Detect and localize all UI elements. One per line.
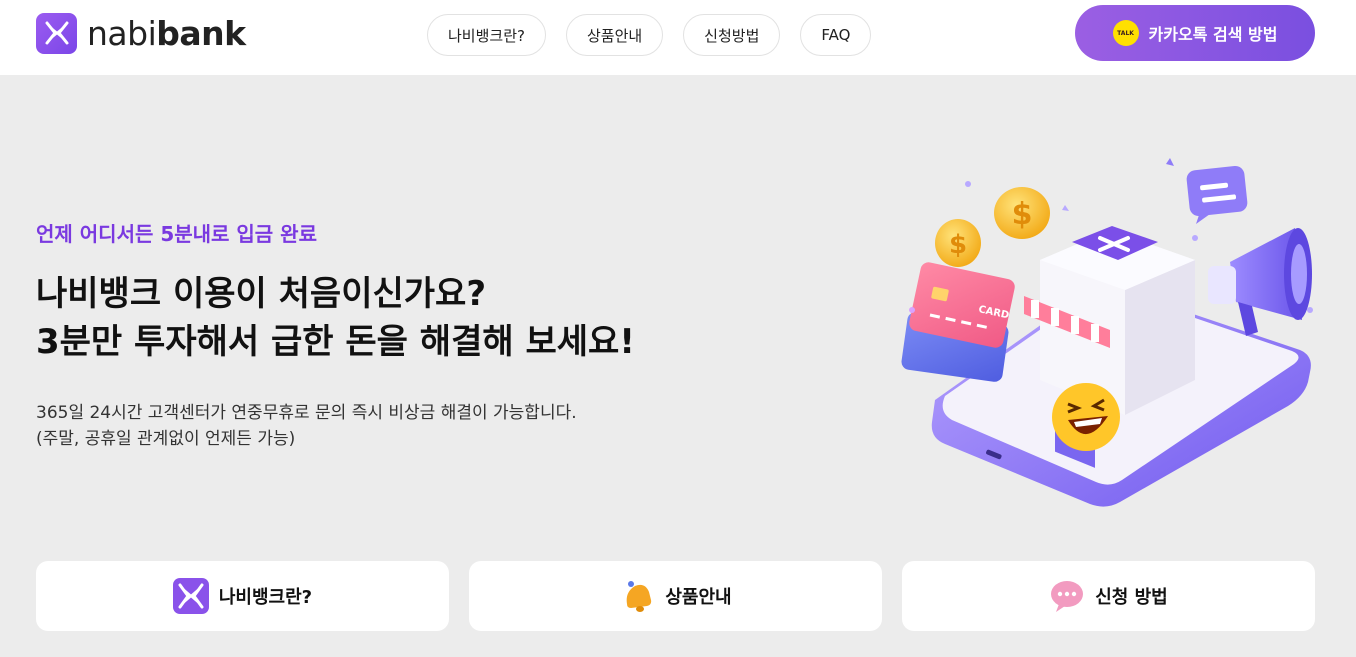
card-about[interactable]: 나비뱅크란? bbox=[36, 561, 449, 631]
coin-icon: $ $ bbox=[935, 187, 1050, 267]
bell-icon bbox=[619, 578, 655, 614]
svg-text:$: $ bbox=[949, 230, 967, 260]
credit-card-icon: CARD bbox=[901, 262, 1015, 382]
megaphone-icon bbox=[1208, 228, 1312, 336]
svg-text:$: $ bbox=[1012, 197, 1033, 232]
hero-title-line-1: 나비뱅크 이용이 처음이신가요? bbox=[36, 274, 487, 314]
nav-item-apply[interactable]: 신청방법 bbox=[683, 14, 781, 56]
nav-item-about[interactable]: 나비뱅크란? bbox=[427, 14, 546, 56]
hero-illustration: $ $ CARD bbox=[890, 150, 1320, 510]
hero-description-line-1: 365일 24시간 고객센터가 연중무휴로 문의 즉시 비상금 해결이 가능합니… bbox=[36, 403, 577, 423]
hero-description: 365일 24시간 고객센터가 연중무휴로 문의 즉시 비상금 해결이 가능합니… bbox=[36, 400, 577, 452]
brand-name: nabibank bbox=[87, 14, 246, 53]
kakaotalk-icon: TALK bbox=[1112, 20, 1139, 46]
nav-item-products[interactable]: 상품안내 bbox=[565, 14, 664, 56]
kakao-search-label: 카카오톡 검색 방법 bbox=[1148, 25, 1278, 44]
quick-link-cards: 나비뱅크란? 상품안내 신청 방법 bbox=[36, 561, 1315, 631]
brand-name-bold: bank bbox=[156, 13, 246, 53]
laughing-emoji-icon bbox=[1052, 383, 1120, 451]
site-header: nabibank 나비뱅크란? 상품안내 신청방법 FAQ TALK 카카오톡 … bbox=[0, 0, 1356, 75]
card-apply-label: 신청 방법 bbox=[1095, 587, 1168, 608]
chat-bubble-icon bbox=[1049, 578, 1085, 614]
card-apply[interactable]: 신청 방법 bbox=[902, 561, 1315, 631]
main-nav: 나비뱅크란? 상품안내 신청방법 FAQ bbox=[427, 14, 872, 56]
hero-title-line-2: 3분만 투자해서 급한 돈을 해결해 보세요! bbox=[36, 322, 635, 362]
brand-name-light: nabi bbox=[87, 13, 157, 53]
chat-bubble-icon bbox=[1186, 165, 1248, 224]
kakao-search-button[interactable]: TALK 카카오톡 검색 방법 bbox=[1075, 5, 1315, 61]
card-products-label: 상품안내 bbox=[665, 587, 732, 608]
nav-item-faq[interactable]: FAQ bbox=[800, 14, 872, 56]
nabibank-logo-icon bbox=[172, 578, 209, 614]
hero-subtitle: 언제 어디서든 5분내로 입금 완료 bbox=[36, 222, 317, 246]
card-about-label: 나비뱅크란? bbox=[218, 587, 313, 608]
nabibank-logo-icon bbox=[36, 12, 77, 54]
brand-logo[interactable]: nabibank bbox=[36, 12, 246, 54]
hero-description-line-2: (주말, 공휴일 관계없이 언제든 가능) bbox=[36, 429, 296, 449]
card-products[interactable]: 상품안내 bbox=[469, 561, 882, 631]
hero-title: 나비뱅크 이용이 처음이신가요? 3분만 투자해서 급한 돈을 해결해 보세요! bbox=[36, 270, 635, 366]
